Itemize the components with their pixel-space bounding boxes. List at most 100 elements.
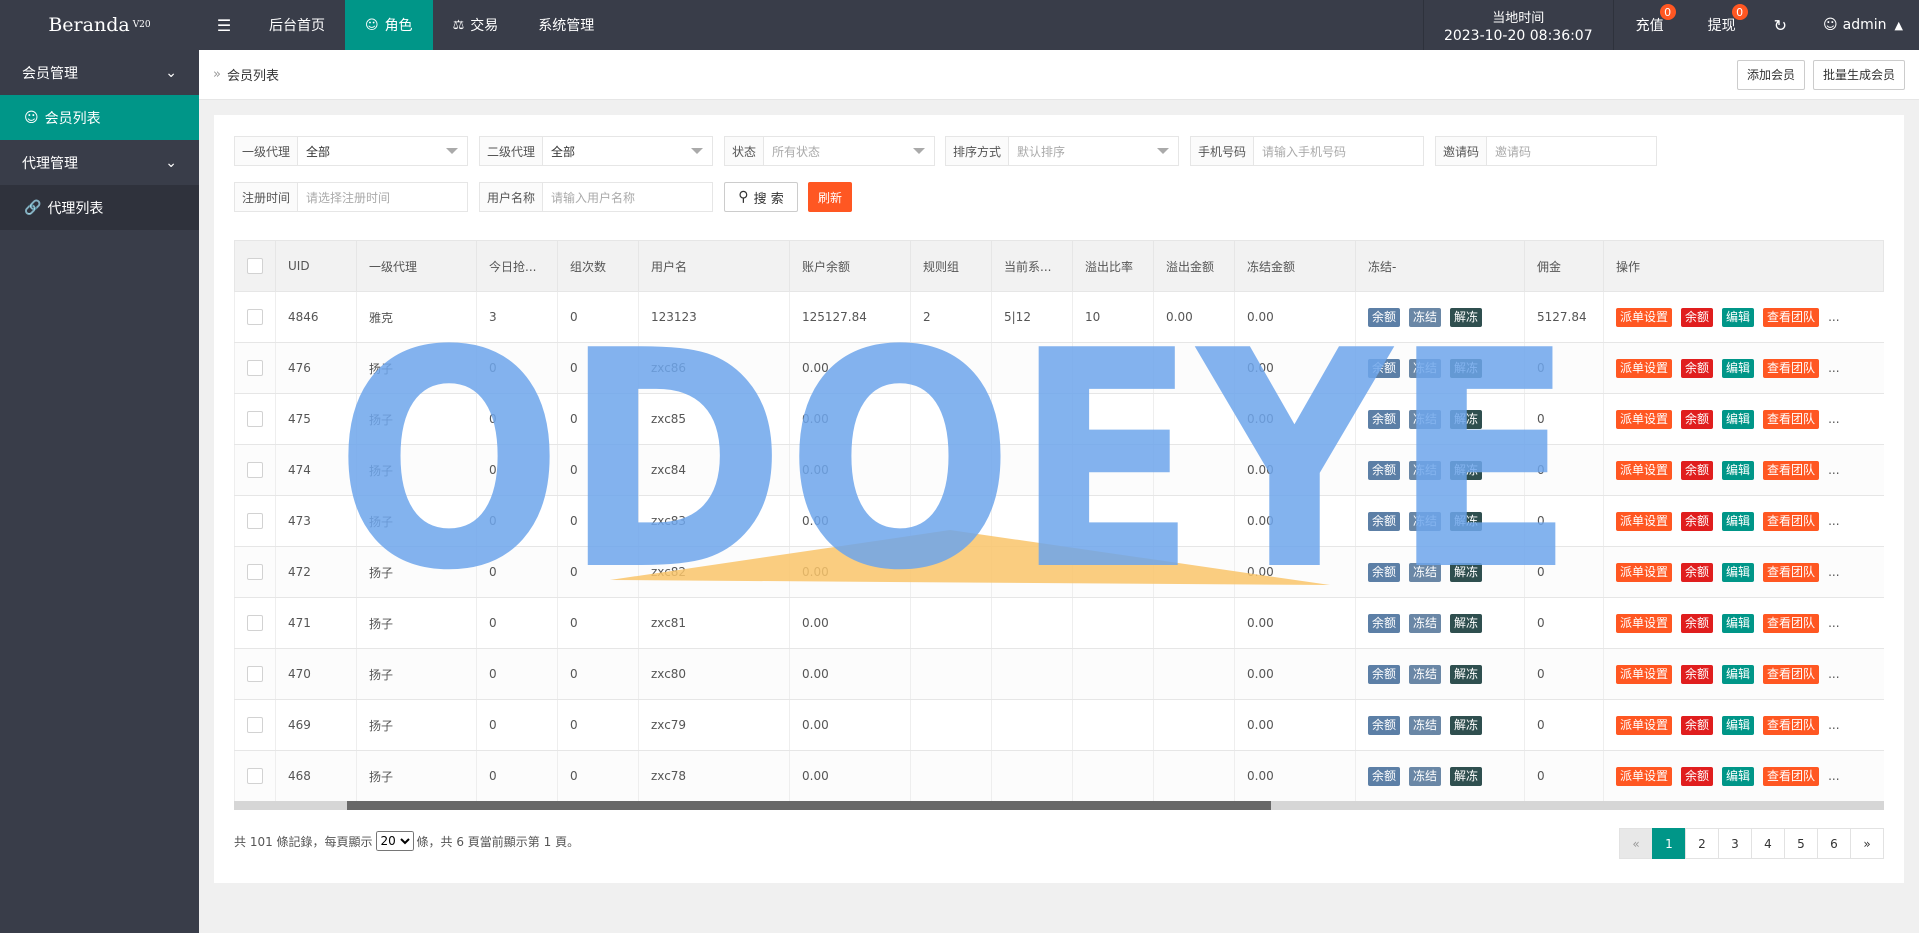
edit-button[interactable]: 编辑 [1722,613,1755,633]
balance-button[interactable]: 余额 [1368,358,1401,378]
dispatch-settings-button[interactable]: 派单设置 [1616,664,1673,684]
row-checkbox[interactable] [234,699,276,751]
freeze-button[interactable]: 冻结 [1409,766,1442,786]
status-select[interactable]: 状态 所有状态 [724,136,935,166]
col-header[interactable]: 账户余额 [789,240,911,292]
col-header[interactable]: 溢出比率 [1072,240,1154,292]
row-checkbox[interactable] [234,495,276,547]
refresh-icon[interactable]: ↻ [1758,0,1803,50]
row-checkbox[interactable] [234,750,276,802]
withdraw-button[interactable]: 提现 0 [1686,0,1758,50]
unfreeze-button[interactable]: 解冻 [1450,766,1483,786]
col-header[interactable]: 佣金 [1524,240,1604,292]
view-team-button[interactable]: 查看团队 [1763,613,1820,633]
more-actions-button[interactable]: ... [1828,565,1839,579]
col-header[interactable]: 溢出金额 [1153,240,1235,292]
unfreeze-button[interactable]: 解冻 [1450,307,1483,327]
unfreeze-button[interactable]: 解冻 [1450,460,1483,480]
balance-adjust-button[interactable]: 余额 [1681,511,1714,531]
balance-button[interactable]: 余额 [1368,715,1401,735]
view-team-button[interactable]: 查看团队 [1763,307,1820,327]
balance-button[interactable]: 余额 [1368,562,1401,582]
balance-adjust-button[interactable]: 余额 [1681,460,1714,480]
balance-button[interactable]: 余额 [1368,766,1401,786]
pager-page-2[interactable]: 2 [1685,828,1719,859]
dispatch-settings-button[interactable]: 派单设置 [1616,562,1673,582]
balance-adjust-button[interactable]: 余额 [1681,409,1714,429]
freeze-button[interactable]: 冻结 [1409,307,1442,327]
edit-button[interactable]: 编辑 [1722,766,1755,786]
freeze-button[interactable]: 冻结 [1409,409,1442,429]
add-member-button[interactable]: 添加会员 [1736,59,1805,90]
view-team-button[interactable]: 查看团队 [1763,460,1820,480]
balance-button[interactable]: 余额 [1368,613,1401,633]
col-header[interactable]: 冻结- [1355,240,1525,292]
pager-page-5[interactable]: 5 [1784,828,1818,859]
pager-page-6[interactable]: 6 [1817,828,1851,859]
sidebar-group-agents[interactable]: 代理管理 ⌄ [0,140,199,185]
row-checkbox[interactable] [234,342,276,394]
balance-button[interactable]: 余额 [1368,664,1401,684]
user-menu[interactable]: ☺ admin ▲ [1803,0,1919,50]
more-actions-button[interactable]: ... [1828,616,1839,630]
row-checkbox[interactable] [234,546,276,598]
page-size-select[interactable]: 20 [375,831,414,851]
freeze-button[interactable]: 冻结 [1409,715,1442,735]
col-header[interactable]: 今日抢... [476,240,558,292]
dispatch-settings-button[interactable]: 派单设置 [1616,715,1673,735]
col-header[interactable]: UID [275,240,357,292]
nav-item-system[interactable]: 系统管理 [518,0,614,50]
view-team-button[interactable]: 查看团队 [1763,511,1820,531]
unfreeze-button[interactable]: 解冻 [1450,664,1483,684]
balance-adjust-button[interactable]: 余额 [1681,766,1714,786]
view-team-button[interactable]: 查看团队 [1763,766,1820,786]
freeze-button[interactable]: 冻结 [1409,460,1442,480]
balance-adjust-button[interactable]: 余额 [1681,715,1714,735]
phone-field[interactable]: 手机号码 请输入手机号码 [1190,136,1424,166]
balance-adjust-button[interactable]: 余额 [1681,664,1714,684]
balance-adjust-button[interactable]: 余额 [1681,307,1714,327]
row-checkbox[interactable] [234,597,276,649]
brand-logo[interactable]: Beranda V20 [0,0,199,50]
pager-prev-button[interactable]: « [1619,828,1653,859]
pager-page-4[interactable]: 4 [1751,828,1785,859]
row-checkbox[interactable] [234,444,276,496]
col-header[interactable]: 冻结金额 [1234,240,1356,292]
agent2-select[interactable]: 二级代理 全部 [479,136,713,166]
pager-next-button[interactable]: » [1850,828,1884,859]
select-all-checkbox[interactable] [234,240,276,292]
balance-button[interactable]: 余额 [1368,460,1401,480]
row-checkbox[interactable] [234,648,276,700]
edit-button[interactable]: 编辑 [1722,562,1755,582]
balance-button[interactable]: 余额 [1368,409,1401,429]
col-header[interactable]: 组次数 [557,240,639,292]
more-actions-button[interactable]: ... [1828,514,1839,528]
edit-button[interactable]: 编辑 [1722,715,1755,735]
edit-button[interactable]: 编辑 [1722,511,1755,531]
unfreeze-button[interactable]: 解冻 [1450,409,1483,429]
col-header[interactable]: 操作 [1603,240,1884,292]
balance-adjust-button[interactable]: 余额 [1681,358,1714,378]
dispatch-settings-button[interactable]: 派单设置 [1616,613,1673,633]
sidebar-item-agent-list[interactable]: 🔗 代理列表 [0,185,199,230]
unfreeze-button[interactable]: 解冻 [1450,511,1483,531]
scrollbar-thumb[interactable] [347,801,1271,810]
balance-button[interactable]: 余额 [1368,511,1401,531]
col-header[interactable]: 当前系... [991,240,1073,292]
edit-button[interactable]: 编辑 [1722,460,1755,480]
freeze-button[interactable]: 冻结 [1409,562,1442,582]
recharge-button[interactable]: 充值 0 [1614,0,1686,50]
dispatch-settings-button[interactable]: 派单设置 [1616,307,1673,327]
pager-page-1[interactable]: 1 [1652,828,1686,859]
dispatch-settings-button[interactable]: 派单设置 [1616,511,1673,531]
search-button[interactable]: ⚲ 搜 索 [724,182,798,212]
sort-select[interactable]: 排序方式 默认排序 [945,136,1179,166]
unfreeze-button[interactable]: 解冻 [1450,715,1483,735]
nav-item-trade[interactable]: ⚖ 交易 [433,0,519,50]
username-field[interactable]: 用户名称 请输入用户名称 [479,182,713,212]
agent1-select[interactable]: 一级代理 全部 [234,136,468,166]
refresh-button[interactable]: 刷新 [808,182,852,212]
unfreeze-button[interactable]: 解冻 [1450,562,1483,582]
invite-code-field[interactable]: 邀请码 邀请码 [1435,136,1657,166]
col-header[interactable]: 用户名 [638,240,790,292]
